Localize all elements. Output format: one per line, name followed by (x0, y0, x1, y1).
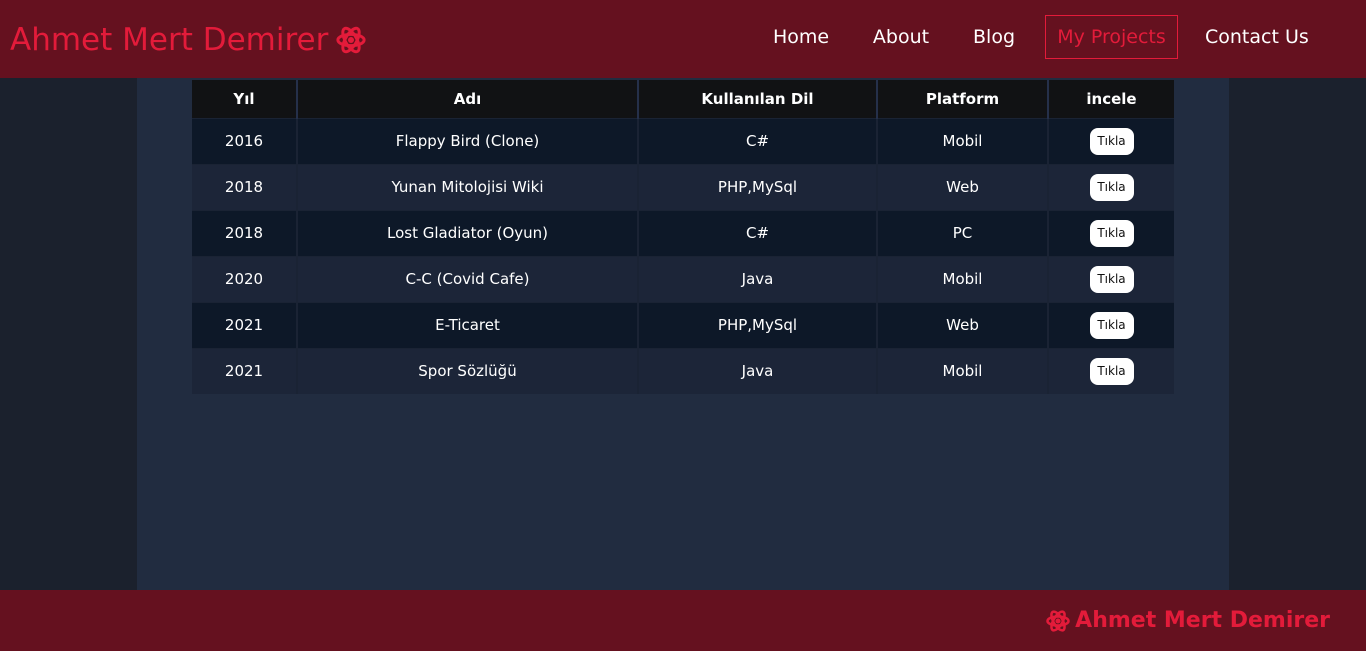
table-row: 2021 E-Ticaret PHP,MySql Web Tıkla (192, 301, 1174, 348)
cell-name: Lost Gladiator (Oyun) (297, 209, 639, 256)
navbar: Ahmet Mert Demirer Home About Blog My Pr… (0, 0, 1366, 78)
cell-platform: Web (877, 163, 1049, 210)
cell-year: 2021 (192, 301, 298, 348)
cell-name: Flappy Bird (Clone) (297, 117, 639, 164)
cell-language: PHP,MySql (638, 301, 878, 348)
cell-language: C# (638, 117, 878, 164)
view-project-button[interactable]: Tıkla (1089, 219, 1134, 247)
cell-name: E-Ticaret (297, 301, 639, 348)
atom-icon (336, 26, 366, 54)
header-action: incele (1048, 80, 1174, 118)
cell-year: 2021 (192, 347, 298, 394)
view-project-button[interactable]: Tıkla (1089, 173, 1134, 201)
cell-language: PHP,MySql (638, 163, 878, 210)
projects-table: Yıl Adı Kullanılan Dil Platform incele 2… (192, 80, 1174, 394)
cell-language: Java (638, 347, 878, 394)
cell-year: 2016 (192, 117, 298, 164)
cell-action: Tıkla (1048, 255, 1174, 302)
header-year: Yıl (192, 80, 298, 118)
header-platform: Platform (877, 80, 1049, 118)
view-project-button[interactable]: Tıkla (1089, 357, 1134, 385)
table-row: 2016 Flappy Bird (Clone) C# Mobil Tıkla (192, 117, 1174, 164)
view-project-button[interactable]: Tıkla (1089, 127, 1134, 155)
cell-name: Yunan Mitolojisi Wiki (297, 163, 639, 210)
cell-platform: Mobil (877, 117, 1049, 164)
table-row: 2020 C-C (Covid Cafe) Java Mobil Tıkla (192, 255, 1174, 302)
header-language: Kullanılan Dil (638, 80, 878, 118)
nav-my-projects[interactable]: My Projects (1045, 15, 1178, 59)
cell-action: Tıkla (1048, 117, 1174, 164)
cell-name: C-C (Covid Cafe) (297, 255, 639, 302)
cell-language: C# (638, 209, 878, 256)
view-project-button[interactable]: Tıkla (1089, 311, 1134, 339)
table-row: 2021 Spor Sözlüğü Java Mobil Tıkla (192, 347, 1174, 394)
header-name: Adı (297, 80, 639, 118)
cell-platform: Web (877, 301, 1049, 348)
brand-logo[interactable]: Ahmet Mert Demirer (10, 20, 366, 60)
cell-platform: Mobil (877, 347, 1049, 394)
cell-platform: PC (877, 209, 1049, 256)
footer-brand-name: Ahmet Mert Demirer (1075, 608, 1330, 633)
atom-icon (1046, 609, 1070, 632)
cell-action: Tıkla (1048, 347, 1174, 394)
cell-platform: Mobil (877, 255, 1049, 302)
cell-name: Spor Sözlüğü (297, 347, 639, 394)
cell-year: 2018 (192, 163, 298, 210)
cell-action: Tıkla (1048, 163, 1174, 210)
nav-home[interactable]: Home (770, 15, 832, 59)
brand-name: Ahmet Mert Demirer (10, 22, 329, 58)
nav-about[interactable]: About (870, 15, 932, 59)
cell-language: Java (638, 255, 878, 302)
footer: Ahmet Mert Demirer (0, 590, 1366, 651)
cell-action: Tıkla (1048, 301, 1174, 348)
cell-year: 2018 (192, 209, 298, 256)
table-row: 2018 Lost Gladiator (Oyun) C# PC Tıkla (192, 209, 1174, 256)
view-project-button[interactable]: Tıkla (1089, 265, 1134, 293)
table-row: 2018 Yunan Mitolojisi Wiki PHP,MySql Web… (192, 163, 1174, 210)
footer-brand[interactable]: Ahmet Mert Demirer (1046, 608, 1330, 633)
nav-blog[interactable]: Blog (970, 15, 1018, 59)
nav-contact-us[interactable]: Contact Us (1205, 15, 1309, 59)
cell-action: Tıkla (1048, 209, 1174, 256)
cell-year: 2020 (192, 255, 298, 302)
table-header-row: Yıl Adı Kullanılan Dil Platform incele (192, 80, 1174, 118)
